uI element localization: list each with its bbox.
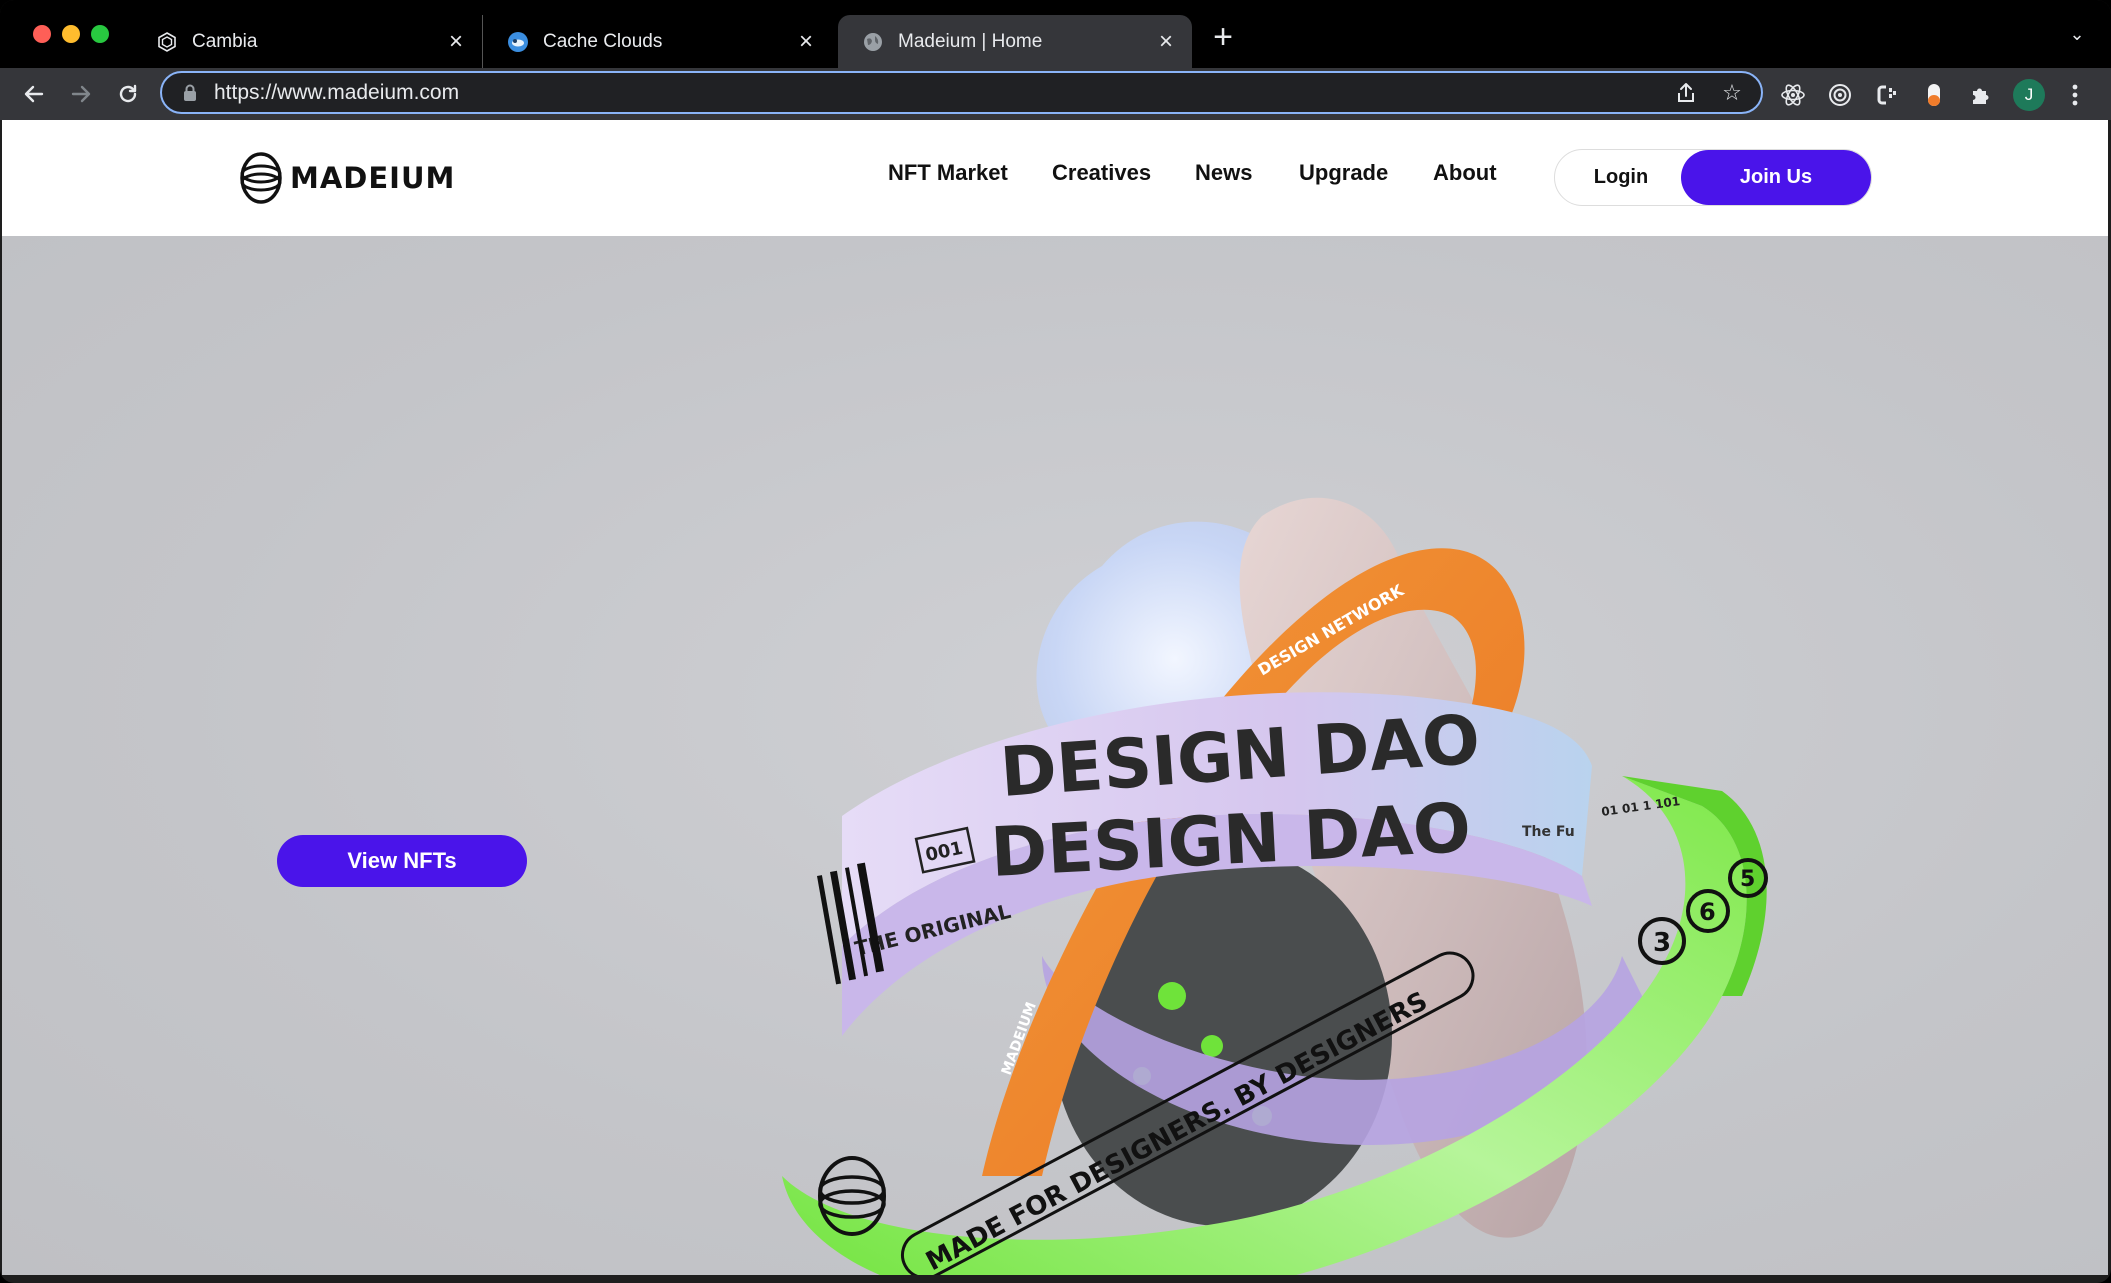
close-tab-icon[interactable]: × — [1152, 28, 1180, 56]
cache-clouds-icon — [507, 31, 529, 53]
css-extension-icon[interactable] — [1870, 78, 1904, 112]
close-window-button[interactable] — [33, 25, 51, 43]
new-tab-button[interactable]: + — [1208, 20, 1238, 54]
back-arrow-icon[interactable] — [14, 74, 54, 114]
browser-toolbar: https://www.madeium.com ☆ J — [0, 68, 2111, 120]
close-tab-icon[interactable]: × — [792, 28, 820, 56]
view-nfts-button[interactable]: View NFTs — [277, 835, 527, 887]
maximize-window-button[interactable] — [91, 25, 109, 43]
tab-title: Cache Clouds — [543, 30, 663, 52]
lock-icon[interactable] — [180, 83, 200, 103]
nav-news[interactable]: News — [1195, 160, 1252, 186]
browser-window: Cambia × Cache Clouds × Madeium | Home ×… — [0, 0, 2111, 1283]
nav-upgrade[interactable]: Upgrade — [1299, 160, 1388, 186]
address-bar[interactable]: https://www.madeium.com ☆ — [160, 71, 1763, 114]
nav-nft-market[interactable]: NFT Market — [888, 160, 1008, 186]
forward-arrow-icon[interactable] — [61, 74, 101, 114]
share-icon[interactable] — [1669, 76, 1703, 110]
auth-buttons: Login Join Us — [1554, 149, 1872, 206]
reload-icon[interactable] — [108, 74, 148, 114]
url-text[interactable]: https://www.madeium.com — [214, 81, 1669, 105]
profile-avatar[interactable]: J — [2013, 79, 2045, 111]
svg-text:5: 5 — [1740, 867, 1755, 892]
globe-icon — [862, 31, 884, 53]
tab-cambia[interactable]: Cambia × — [132, 15, 482, 68]
tab-madeium-home[interactable]: Madeium | Home × — [838, 15, 1192, 68]
web-page: MADEIUM NFT Market Creatives News Upgrad… — [2, 120, 2108, 1275]
capsule-extension-icon[interactable] — [1917, 78, 1951, 112]
join-us-button[interactable]: Join Us — [1681, 150, 1871, 205]
nav-about[interactable]: About — [1433, 160, 1497, 186]
tab-search-chevron-icon[interactable]: ⌄ — [2062, 24, 2092, 54]
site-header: MADEIUM NFT Market Creatives News Upgrad… — [2, 120, 2108, 236]
logo-wordmark: MADEIUM — [290, 161, 456, 195]
tab-cache-clouds[interactable]: Cache Clouds × — [482, 15, 832, 68]
svg-text:3: 3 — [1653, 928, 1671, 958]
react-devtools-icon[interactable] — [1776, 78, 1810, 112]
hero-section: View NFTs DESIGN NETWORK MADEIUM DESIGN … — [2, 236, 2108, 1275]
bookmark-star-icon[interactable]: ☆ — [1715, 76, 1749, 110]
madeium-logo-mark-icon — [240, 152, 282, 204]
tab-title: Cambia — [192, 30, 258, 52]
design-dao-artwork: DESIGN NETWORK MADEIUM DESIGN DAO DESIGN… — [782, 497, 1768, 1275]
close-tab-icon[interactable]: × — [442, 28, 470, 56]
target-extension-icon[interactable] — [1823, 78, 1857, 112]
nav-creatives[interactable]: Creatives — [1052, 160, 1151, 186]
cambia-icon — [156, 31, 178, 53]
svg-text:The Fu: The Fu — [1522, 824, 1575, 840]
tab-title: Madeium | Home — [898, 30, 1043, 52]
minimize-window-button[interactable] — [62, 25, 80, 43]
svg-text:6: 6 — [1699, 898, 1716, 926]
login-button[interactable]: Login — [1555, 150, 1687, 205]
extensions-puzzle-icon[interactable] — [1964, 78, 1998, 112]
browser-menu-icon[interactable] — [2058, 78, 2092, 112]
tab-strip: Cambia × Cache Clouds × Madeium | Home ×… — [0, 0, 2111, 68]
madeium-logo[interactable]: MADEIUM — [240, 152, 455, 204]
